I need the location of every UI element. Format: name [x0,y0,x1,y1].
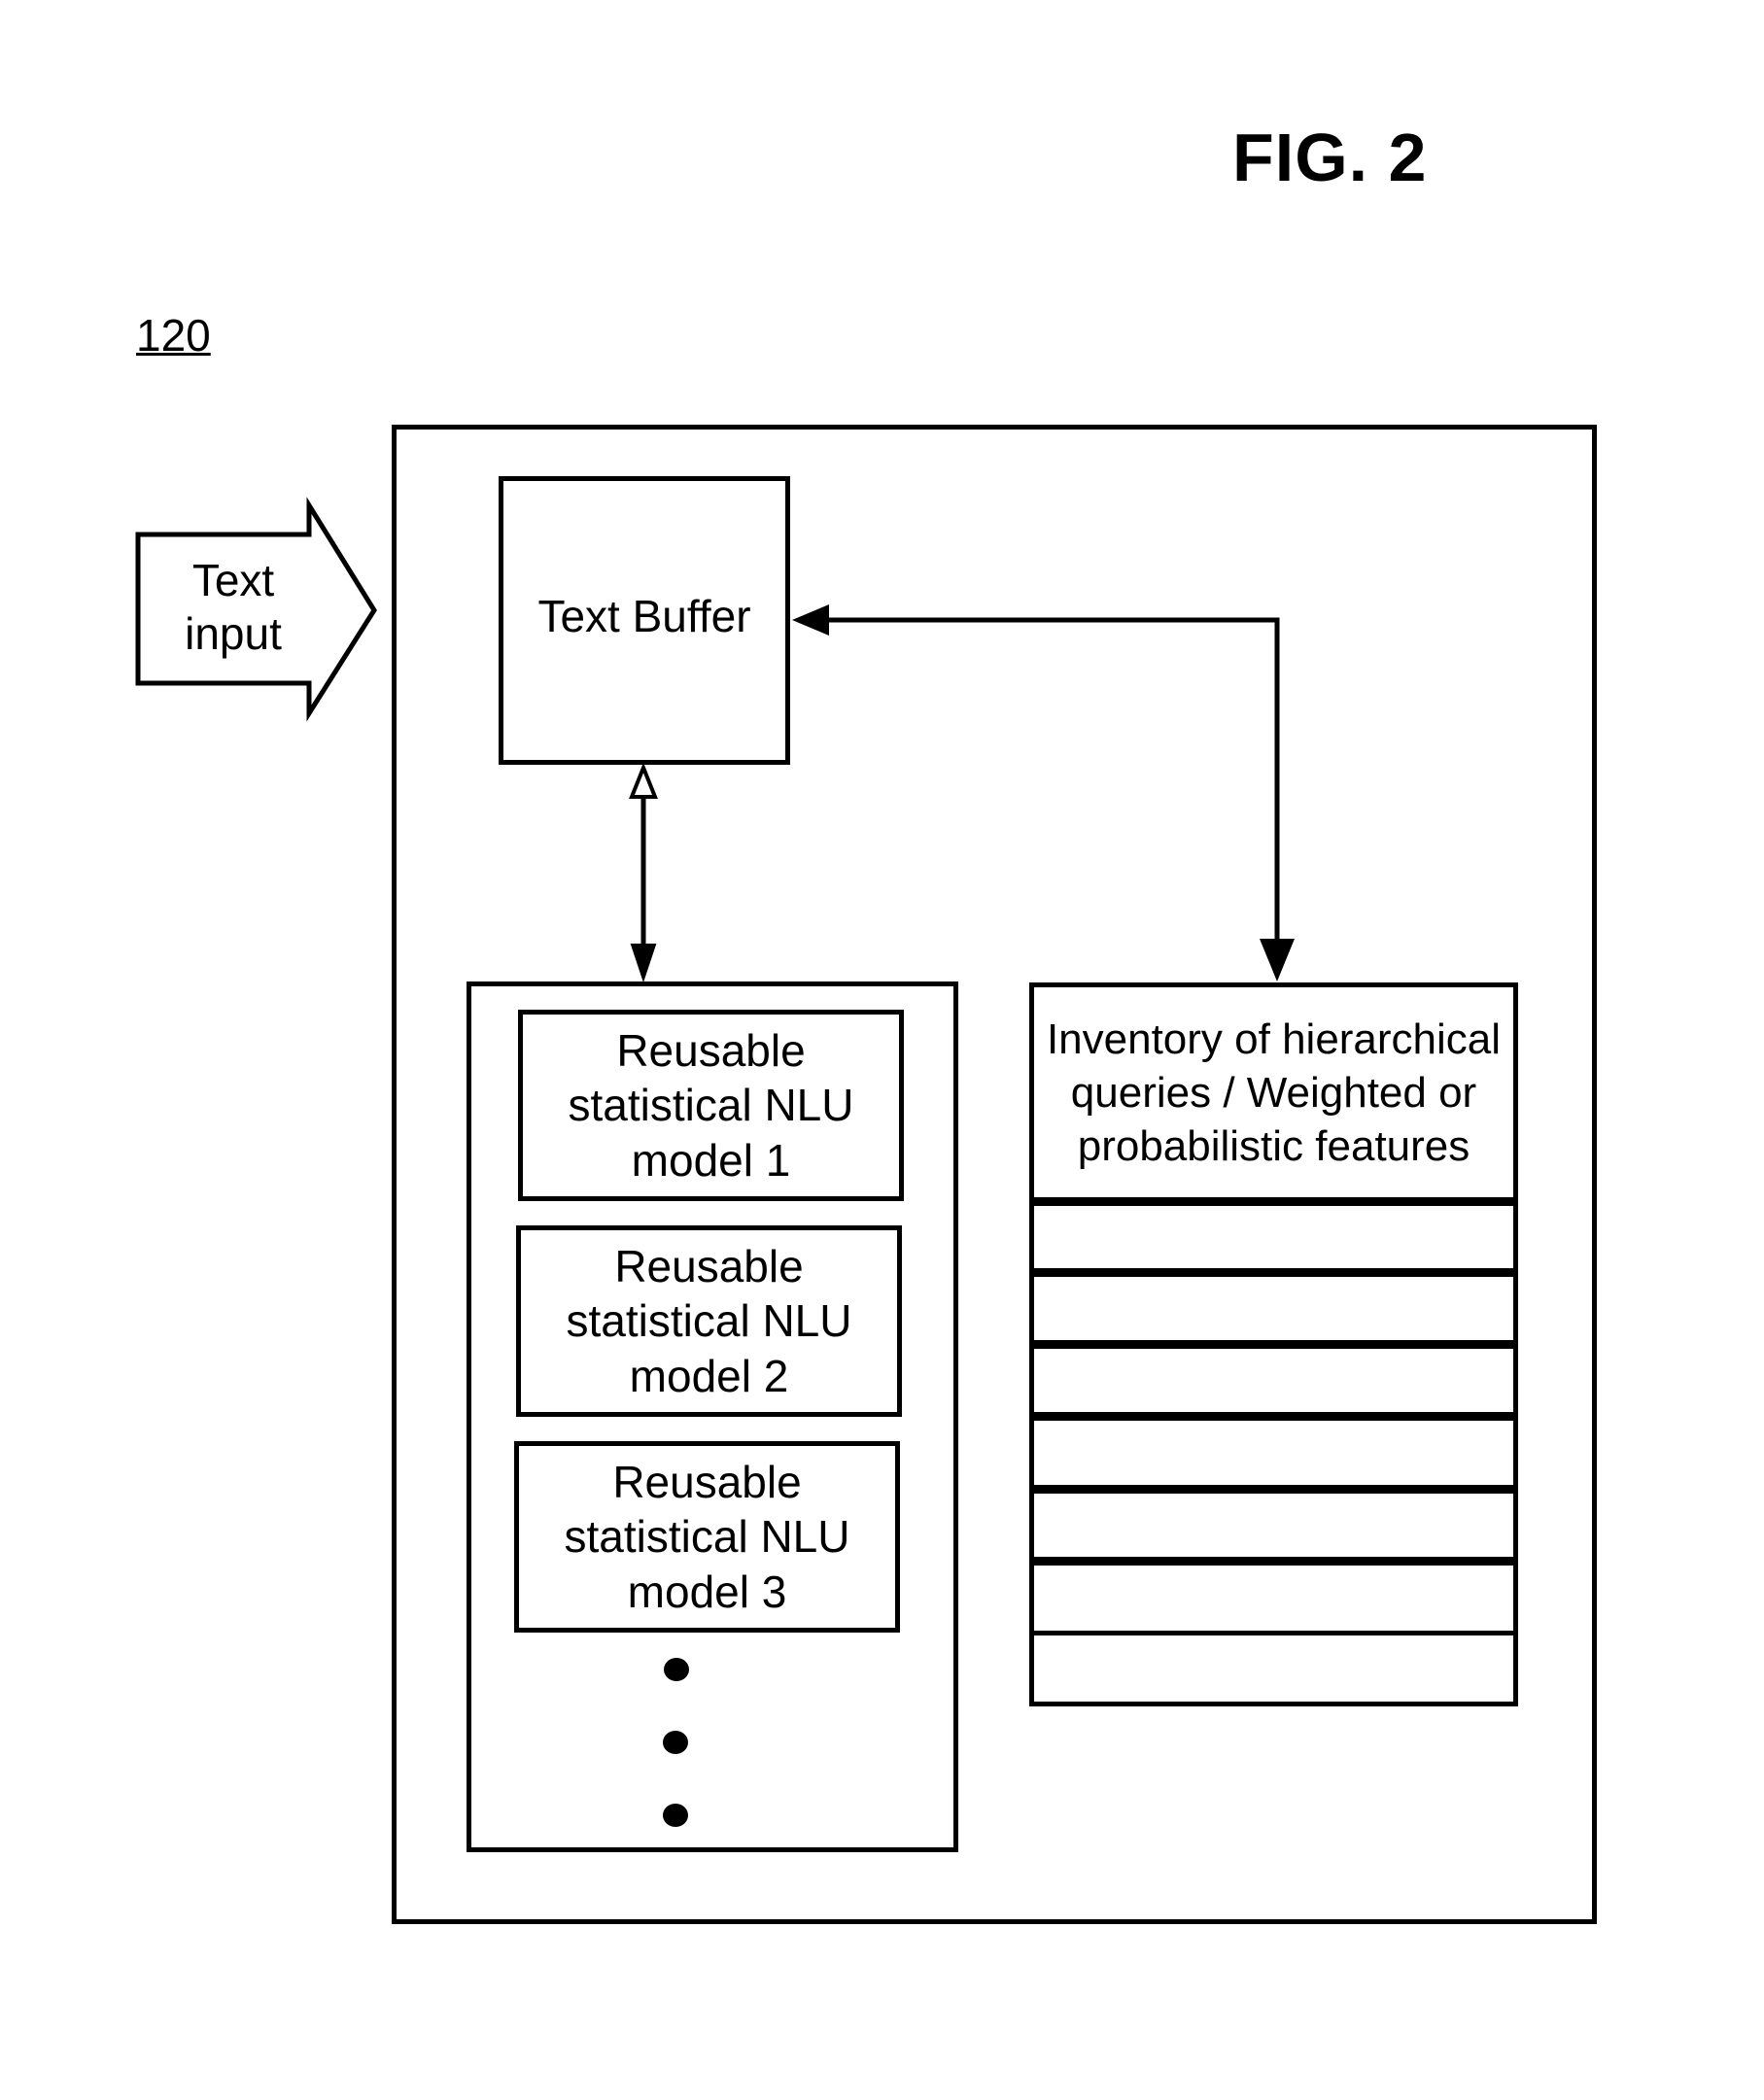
arrowhead-down-inventory [1260,939,1295,981]
text-input-line2: input [185,608,282,660]
text-input-label: Text input [156,554,311,661]
buffer-inventory-connector [826,617,1280,947]
connectors-layer [135,497,1295,983]
arrowhead-up-buffer [629,762,658,799]
text-input-line1: Text [191,555,275,605]
arrowhead-down-models [630,944,657,983]
arrowhead-left-buffer [792,604,829,636]
